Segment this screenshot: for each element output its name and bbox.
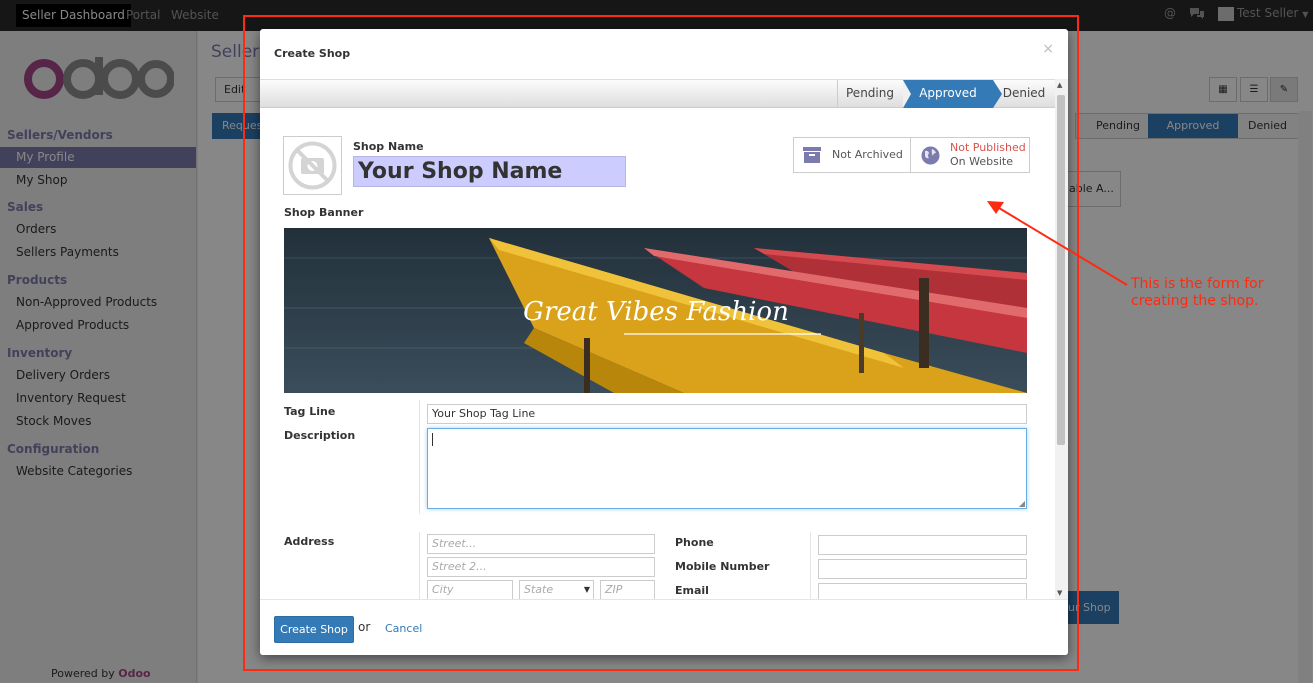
annotation-line2: creating the shop. [1131, 293, 1259, 309]
annotation-line1: This is the form for [1131, 276, 1264, 292]
annotation-arrow-icon [987, 201, 1128, 286]
highlight-box [243, 15, 1079, 671]
annotation-text: This is the form for creating the shop. [1131, 276, 1281, 310]
